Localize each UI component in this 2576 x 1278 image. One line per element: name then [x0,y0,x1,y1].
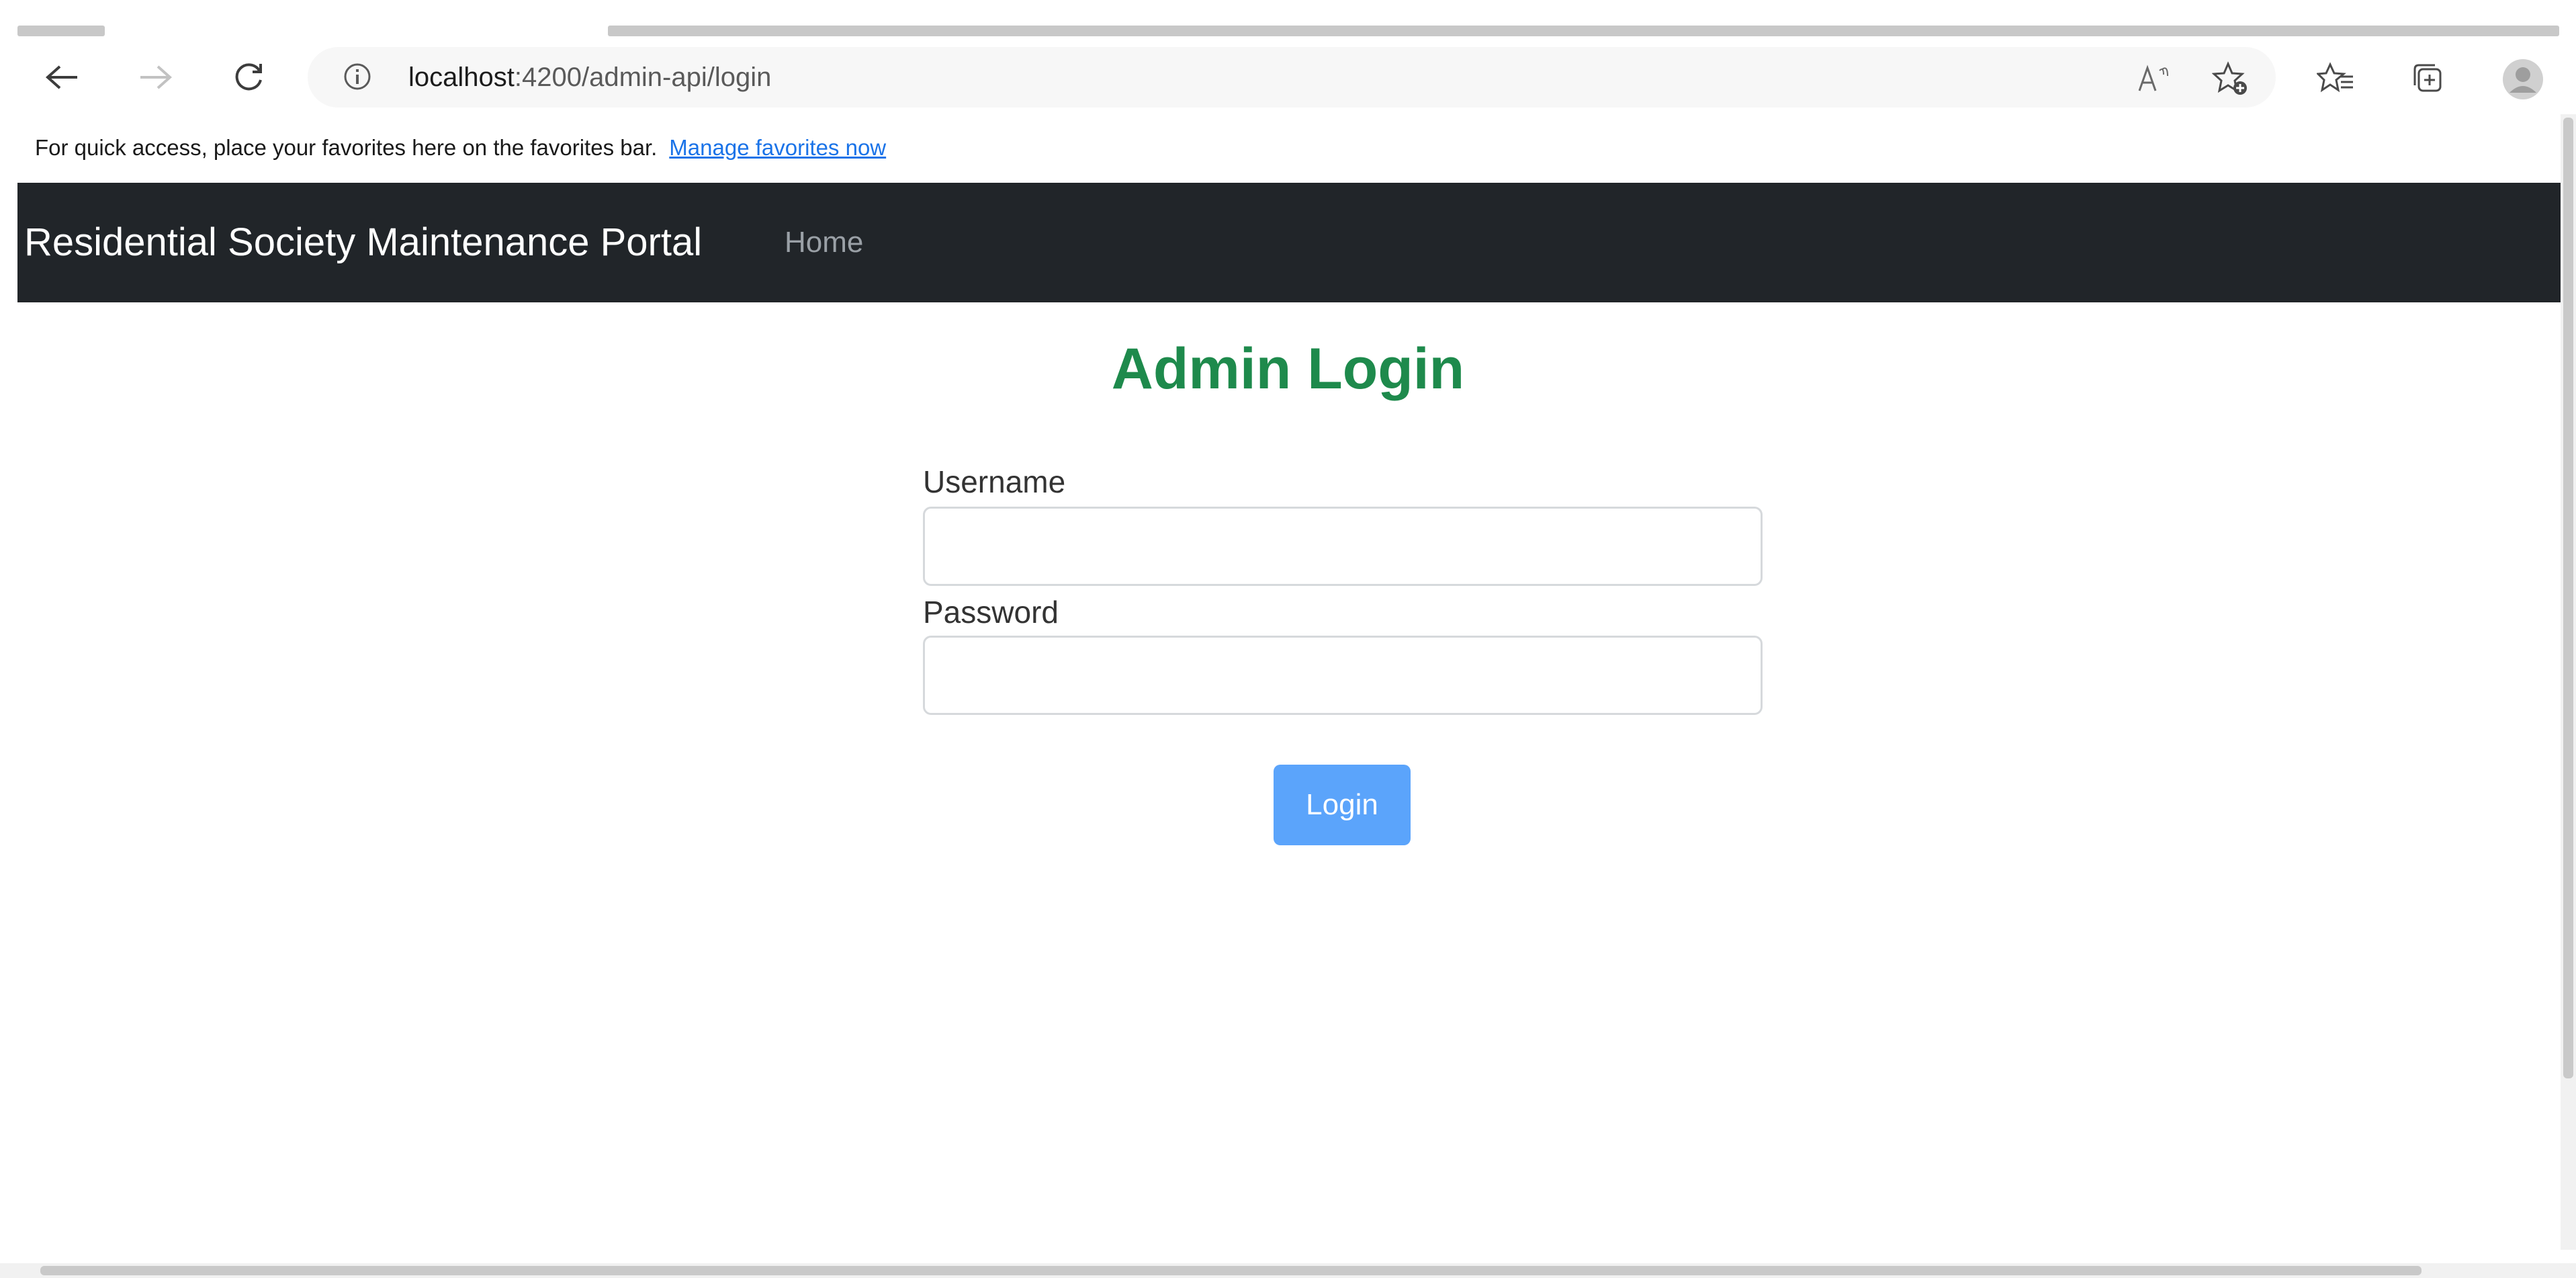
read-aloud-icon[interactable] [2129,54,2179,103]
password-input[interactable] [923,636,1763,715]
navbar-brand[interactable]: Residential Society Maintenance Portal [24,183,702,302]
app-navbar: Residential Society Maintenance Portal H… [17,183,2563,302]
collections-icon[interactable] [2403,54,2453,103]
username-input[interactable] [923,507,1763,586]
url-text[interactable]: localhost:4200/admin-api/login [408,47,771,108]
tab-indicator[interactable] [17,26,105,36]
login-button[interactable]: Login [1274,765,1411,845]
info-icon[interactable] [343,62,372,91]
favorites-icon[interactable] [2311,54,2360,103]
nav-home-link[interactable]: Home [785,183,863,302]
manage-favorites-link[interactable]: Manage favorites now [669,135,886,160]
page-title: Admin Login [1111,337,1465,401]
favorites-bar: For quick access, place your favorites h… [0,114,2576,181]
address-bar[interactable]: localhost:4200/admin-api/login [308,47,2276,108]
horizontal-scrollbar-thumb[interactable] [40,1266,2422,1275]
vertical-scrollbar-thumb[interactable] [2563,118,2573,1078]
forward-arrow-icon[interactable] [129,52,183,102]
add-favorite-icon[interactable] [2206,54,2256,103]
favorites-bar-message: For quick access, place your favorites h… [35,135,658,160]
username-label: Username [923,464,1066,499]
refresh-icon[interactable] [222,52,275,102]
tab-indicator[interactable] [608,26,2559,36]
back-arrow-icon[interactable] [35,52,89,102]
profile-icon[interactable] [2496,52,2550,106]
password-label: Password [923,595,1059,630]
url-host: localhost [408,62,515,92]
url-path: :4200/admin-api/login [514,62,772,92]
